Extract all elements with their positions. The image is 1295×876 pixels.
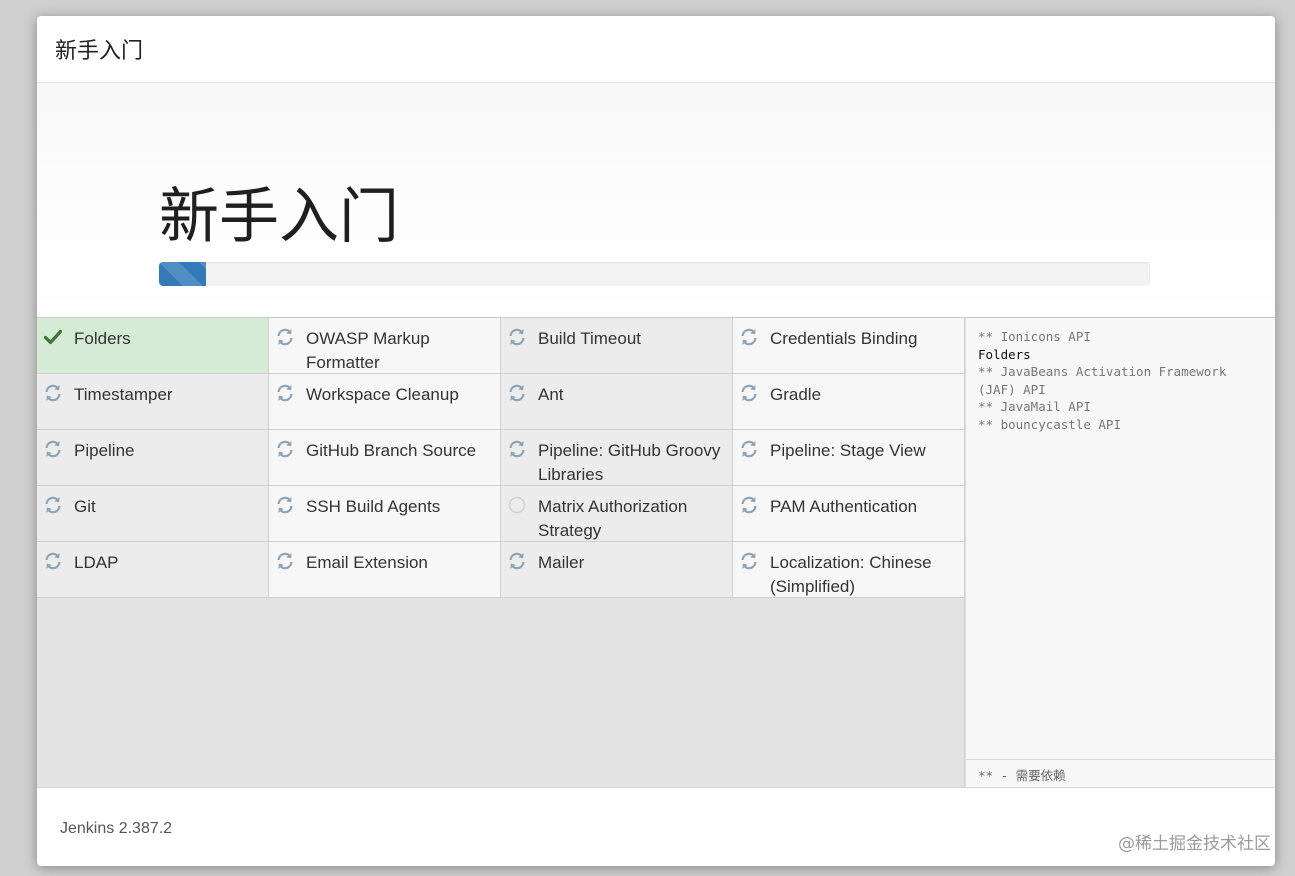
plugin-label: Folders [74, 329, 131, 348]
plugin-item: Email Extension [269, 542, 501, 598]
plugin-item: Ant [501, 374, 733, 430]
plugin-item: Credentials Binding [733, 318, 965, 374]
log-line: Folders [978, 346, 1031, 362]
refresh-icon [274, 326, 296, 348]
refresh-icon [738, 494, 760, 516]
log-line: ** JavaBeans Activation Framework (JAF) … [978, 364, 1234, 397]
plugin-item: Mailer [501, 542, 733, 598]
plugin-label: Gradle [770, 385, 822, 404]
install-body: Folders OWASP Markup Formatter Build Timeo… [37, 318, 1275, 787]
plugin-item: Gradle [733, 374, 965, 430]
page-title: 新手入门 [159, 182, 399, 252]
jenkins-version: Jenkins 2.387.2 [60, 820, 173, 837]
plugin-label: Email Extension [306, 553, 428, 572]
plugin-label: SSH Build Agents [306, 497, 441, 516]
plugin-label: GitHub Branch Source [306, 441, 477, 460]
plugin-label: Build Timeout [538, 329, 641, 348]
plugin-label: Matrix Authorization Strategy [538, 497, 688, 540]
plugin-item: Localization: Chinese (Simplified) [733, 542, 965, 598]
circle-icon [506, 494, 528, 516]
refresh-icon [42, 550, 64, 572]
check-icon [42, 326, 64, 348]
refresh-icon [274, 494, 296, 516]
plugin-label: Mailer [538, 553, 585, 572]
dialog-footer: Jenkins 2.387.2 @稀土掘金技术社区 [37, 787, 1275, 866]
refresh-icon [42, 494, 64, 516]
dialog-header: 新手入门 [37, 16, 1275, 83]
plugin-grid: Folders OWASP Markup Formatter Build Timeo… [37, 318, 965, 598]
plugin-label: PAM Authentication [770, 497, 918, 516]
dependency-legend: ** - 需要依赖 [966, 759, 1275, 787]
refresh-icon [506, 326, 528, 348]
refresh-icon [274, 438, 296, 460]
plugin-item: Folders [37, 318, 269, 374]
refresh-icon [42, 438, 64, 460]
plugin-item: Matrix Authorization Strategy [501, 486, 733, 542]
refresh-icon [274, 382, 296, 404]
setup-wizard-dialog: 新手入门 新手入门 Folders OWASP Markup Formatter B… [37, 16, 1275, 866]
plugin-item: PAM Authentication [733, 486, 965, 542]
refresh-icon [42, 382, 64, 404]
plugin-item: Pipeline: Stage View [733, 430, 965, 486]
refresh-icon [506, 550, 528, 572]
plugin-item: Git [37, 486, 269, 542]
log-line: ** JavaMail API [978, 399, 1091, 414]
hero-panel: 新手入门 [37, 83, 1275, 318]
plugin-item: GitHub Branch Source [269, 430, 501, 486]
plugin-item: LDAP [37, 542, 269, 598]
install-progress-bar [159, 262, 206, 286]
install-log-panel: ** Ionicons API Folders ** JavaBeans Activ… [965, 318, 1275, 787]
plugin-item: SSH Build Agents [269, 486, 501, 542]
refresh-icon [738, 382, 760, 404]
plugin-label: Workspace Cleanup [306, 385, 459, 404]
plugin-item: OWASP Markup Formatter [269, 318, 501, 374]
plugin-grid-area: Folders OWASP Markup Formatter Build Timeo… [37, 318, 965, 787]
install-progress [159, 262, 1150, 286]
log-line: ** bouncycastle API [978, 416, 1121, 432]
plugin-item: Workspace Cleanup [269, 374, 501, 430]
refresh-icon [738, 550, 760, 572]
log-line: ** Ionicons API [978, 329, 1091, 344]
plugin-label: Pipeline: Stage View [770, 441, 926, 460]
refresh-icon [506, 438, 528, 460]
plugin-label: LDAP [74, 553, 119, 572]
plugin-item: Build Timeout [501, 318, 733, 374]
plugin-label: Timestamper [74, 385, 173, 404]
plugin-label: Credentials Binding [770, 329, 918, 348]
plugin-item: Pipeline [37, 430, 269, 486]
plugin-label: Ant [538, 385, 564, 404]
plugin-item: Timestamper [37, 374, 269, 430]
refresh-icon [738, 438, 760, 460]
plugin-label: Localization: Chinese (Simplified) [770, 553, 932, 596]
plugin-label: Git [74, 497, 96, 516]
plugin-label: OWASP Markup Formatter [306, 329, 430, 372]
refresh-icon [738, 326, 760, 348]
plugin-item: Pipeline: GitHub Groovy Libraries [501, 430, 733, 486]
refresh-icon [274, 550, 296, 572]
plugin-label: Pipeline [74, 441, 135, 460]
plugin-label: Pipeline: GitHub Groovy Libraries [538, 441, 721, 484]
refresh-icon [506, 382, 528, 404]
install-log: ** Ionicons API Folders ** JavaBeans Activ… [966, 318, 1275, 443]
watermark: @稀土掘金技术社区 [1118, 834, 1271, 854]
